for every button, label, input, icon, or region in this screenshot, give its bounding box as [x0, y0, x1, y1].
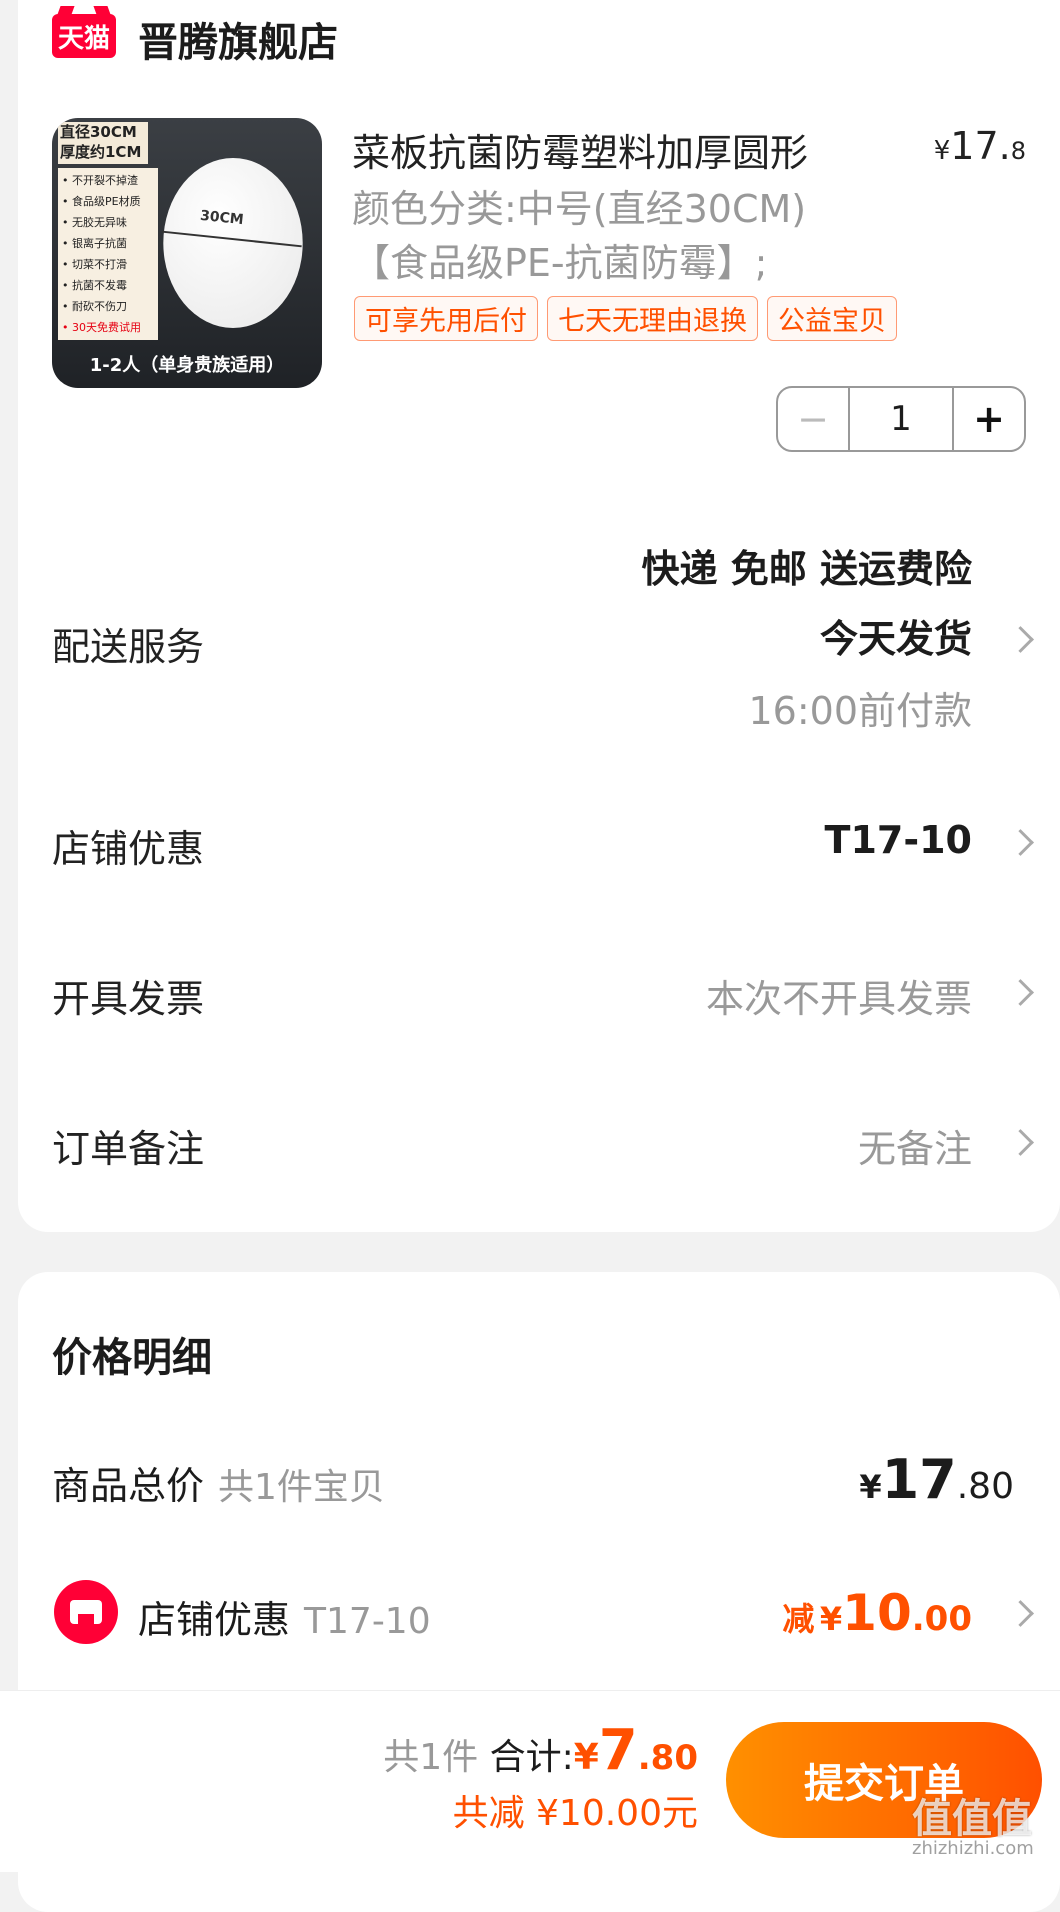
- product-image-spec: 直径30CM 厚度约1CM: [58, 122, 148, 164]
- order-summary: 共1件 合计:¥7.80: [383, 1718, 698, 1783]
- store-discount-value[interactable]: T17-10: [825, 818, 972, 862]
- feature-item: • 抗菌不发霉: [62, 279, 127, 292]
- total-saved: 共减 ¥10.00元: [452, 1793, 698, 1834]
- shop-name[interactable]: 晋腾旗舰店: [138, 10, 338, 68]
- feature-item: • 耐砍不伤刀: [62, 300, 127, 313]
- price-decimal: 8: [1010, 137, 1026, 165]
- feature-item: • 30天免费试用: [62, 321, 141, 334]
- tag-pay-later: 可享先用后付: [354, 296, 538, 341]
- price-integer: 17: [881, 1448, 957, 1511]
- tmall-logo: 天猫: [52, 14, 116, 58]
- order-note-value[interactable]: 无备注: [858, 1118, 972, 1173]
- product-image[interactable]: 直径30CM 厚度约1CM • 不开裂不掉渣 • 食品级PE材质 • 无胶无异味…: [52, 118, 322, 388]
- tmall-logo-text: 天猫: [57, 23, 110, 54]
- order-note-label: 订单备注: [52, 1127, 205, 1171]
- product-image-features: • 不开裂不掉渣 • 食品级PE材质 • 无胶无异味 • 银离子抗菌 • 切菜不…: [58, 168, 158, 340]
- feature-item: • 食品级PE材质: [62, 195, 141, 208]
- price-integer: 17.: [950, 124, 1011, 168]
- spec-diameter: 直径30CM: [60, 123, 137, 141]
- feature-item: • 银离子抗菌: [62, 237, 127, 250]
- price-detail-title: 价格明细: [52, 1335, 212, 1381]
- store-discount-label: 店铺优惠: [52, 827, 205, 871]
- product-sku[interactable]: 颜色分类:中号(直经30CM) 【食品级PE-抗菌防霉】;: [352, 182, 852, 290]
- shop-discount-label: 店铺优惠 T17-10: [138, 1589, 431, 1644]
- spec-thickness: 厚度约1CM: [60, 143, 142, 161]
- shop-discount-amount[interactable]: 减 ¥10.00: [782, 1584, 972, 1642]
- price-decimal: .00: [911, 1599, 972, 1639]
- goods-total-text: 商品总价: [52, 1464, 205, 1508]
- discount-prefix: 减: [782, 1600, 815, 1638]
- sku-line: 颜色分类:中号(直经30CM): [352, 187, 807, 231]
- price-currency: ¥: [933, 136, 951, 166]
- watermark: 值值值: [912, 1796, 1032, 1842]
- goods-total-label: 商品总价 共1件宝贝: [52, 1455, 385, 1510]
- service-tags: 可享先用后付 七天无理由退换 公益宝贝: [354, 296, 897, 341]
- price-currency: ¥: [859, 1468, 882, 1506]
- price-currency: ¥: [819, 1600, 843, 1638]
- delivery-label: 配送服务: [52, 625, 205, 669]
- goods-count: 共1件宝贝: [218, 1467, 385, 1508]
- product-price: ¥17.8: [934, 124, 1026, 168]
- tag-7day-return: 七天无理由退换: [547, 296, 758, 341]
- price-decimal: .80: [637, 1738, 698, 1778]
- watermark-url: zhizhizhi.com: [912, 1838, 1034, 1859]
- price-integer: 10: [842, 1584, 912, 1642]
- delivery-ship-time[interactable]: 今天发货: [820, 608, 972, 663]
- invoice-value[interactable]: 本次不开具发票: [706, 968, 972, 1023]
- quantity-value[interactable]: 1: [848, 388, 954, 450]
- delivery-method[interactable]: 快递 免邮 送运费险: [642, 538, 972, 593]
- decrease-button[interactable]: −: [778, 388, 848, 450]
- price-integer: 7: [598, 1718, 638, 1783]
- tag-charity: 公益宝贝: [767, 296, 897, 341]
- price-currency: ¥: [573, 1737, 599, 1778]
- goods-total-price: ¥17.80: [859, 1448, 1014, 1511]
- item-count: 共1件: [383, 1737, 479, 1778]
- sum-price: ¥7.80: [573, 1718, 698, 1783]
- sku-line: 【食品级PE-抗菌防霉】;: [352, 241, 768, 285]
- feature-item: • 无胶无异味: [62, 216, 127, 229]
- shop-discount-text: 店铺优惠: [138, 1598, 291, 1642]
- increase-button[interactable]: +: [954, 388, 1024, 450]
- feature-item: • 不开裂不掉渣: [62, 174, 138, 187]
- sum-label: 合计:: [489, 1737, 574, 1778]
- quantity-stepper: − 1 +: [776, 386, 1026, 452]
- shop-discount-code: T17-10: [304, 1601, 431, 1642]
- invoice-label: 开具发票: [52, 977, 205, 1021]
- product-title[interactable]: 菜板抗菌防霉塑料加厚圆形: [352, 122, 808, 177]
- price-decimal: .80: [956, 1466, 1014, 1507]
- feature-item: • 切菜不打滑: [62, 258, 127, 271]
- product-image-caption: 1-2人（单身贵族适用）: [89, 355, 285, 376]
- delivery-pay-deadline: 16:00前付款: [748, 689, 972, 733]
- shop-icon: [54, 1580, 118, 1644]
